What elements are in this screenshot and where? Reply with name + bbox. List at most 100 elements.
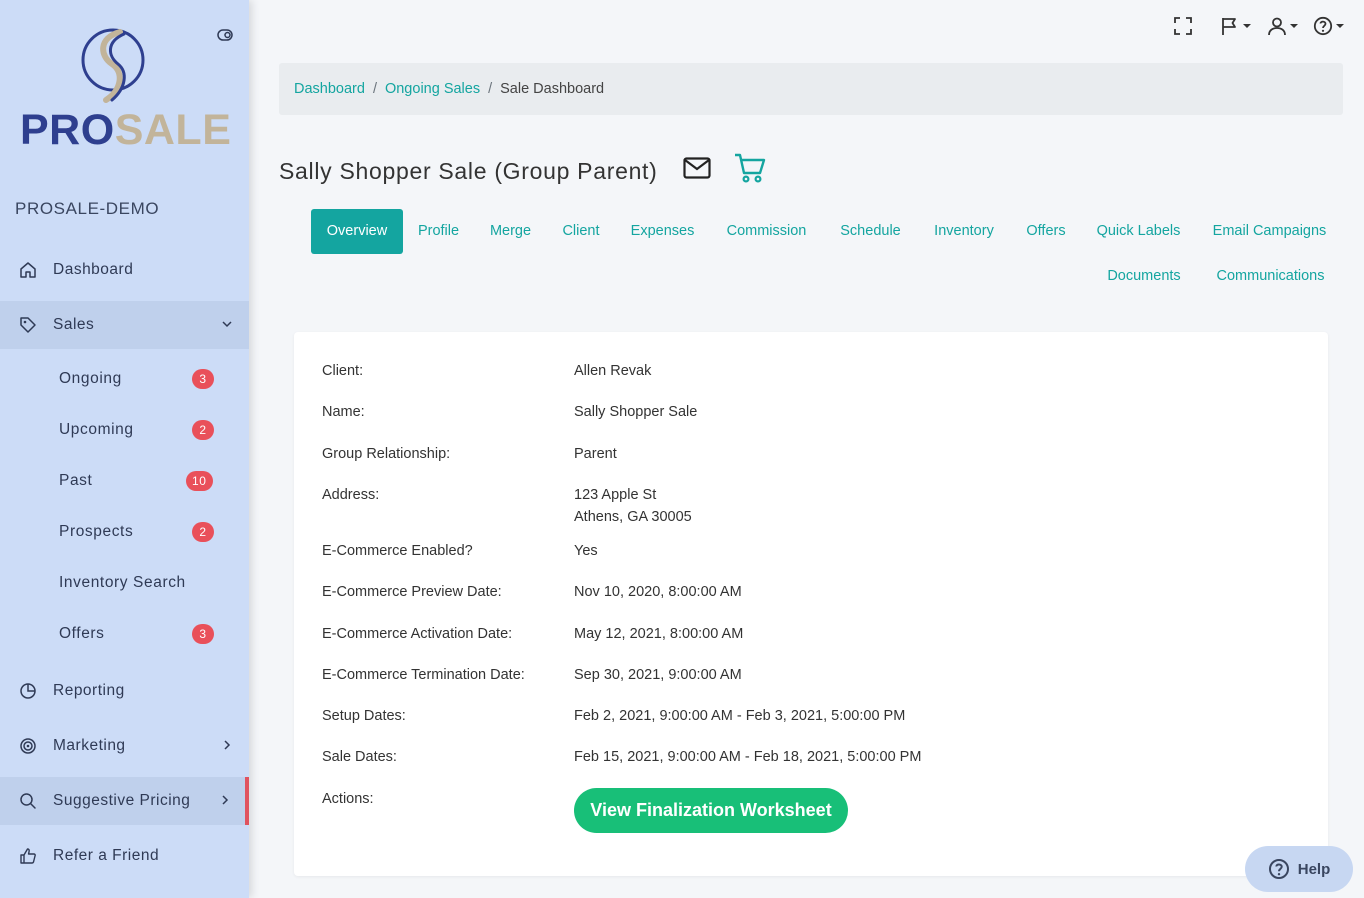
tab-merge[interactable]: Merge (480, 209, 541, 254)
flag-icon (1222, 18, 1236, 35)
help-circle-icon (1313, 16, 1333, 36)
detail-label-ecommerce-preview-date: E-Commerce Preview Date: (322, 584, 502, 600)
help-circle-icon (1268, 859, 1289, 879)
breadcrumb-link-dashboard[interactable]: Dashboard (294, 81, 365, 97)
detail-value-name: Sally Shopper Sale (574, 404, 698, 420)
tab-quick-labels[interactable]: Quick Labels (1087, 209, 1190, 254)
sidebar-item-suggestive-pricing[interactable]: Suggestive Pricing (0, 777, 249, 825)
sidebar-item-label: Suggestive Pricing (53, 792, 191, 809)
detail-label-setup-dates: Setup Dates: (322, 708, 406, 724)
caret-down-icon (1290, 24, 1298, 28)
sidebar-subitem-label: Prospects (59, 523, 134, 540)
detail-value-group-relationship: Parent (574, 446, 617, 462)
fullscreen-button[interactable] (1173, 14, 1193, 38)
tab-communications[interactable]: Communications (1204, 254, 1337, 299)
sidebar-item-dashboard[interactable]: Dashboard (0, 246, 249, 294)
shopping-cart-icon[interactable] (734, 152, 766, 184)
sidebar-item-marketing[interactable]: Marketing (0, 722, 249, 770)
breadcrumb: Dashboard / Ongoing Sales / Sale Dashboa… (279, 63, 1343, 115)
sidebar-subitem-offers[interactable]: Offers 3 (0, 614, 249, 654)
help-widget-button[interactable]: Help (1245, 846, 1353, 892)
detail-value-setup-dates: Feb 2, 2021, 9:00:00 AM - Feb 3, 2021, 5… (574, 708, 906, 724)
search-icon (20, 793, 36, 809)
tab-schedule[interactable]: Schedule (829, 209, 912, 254)
chevron-right-icon (224, 740, 231, 750)
sidebar-item-reporting[interactable]: Reporting (0, 667, 249, 715)
detail-value-ecommerce-termination-date: Sep 30, 2021, 9:00:00 AM (574, 667, 742, 683)
detail-label-ecommerce-termination-date: E-Commerce Termination Date: (322, 667, 525, 683)
sidebar-item-label: Dashboard (53, 261, 134, 278)
user-icon (1268, 17, 1286, 36)
count-badge: 2 (192, 420, 214, 440)
sale-overview-card: Client: Allen Revak Name: Sally Shopper … (294, 332, 1328, 876)
sidebar-item-sales[interactable]: Sales (0, 301, 249, 349)
chevron-right-icon (222, 795, 229, 805)
detail-value-sale-dates: Feb 15, 2021, 9:00:00 AM - Feb 18, 2021,… (574, 749, 922, 765)
detail-label-sale-dates: Sale Dates: (322, 749, 397, 765)
view-finalization-worksheet-button[interactable]: View Finalization Worksheet (574, 788, 848, 833)
tab-inventory[interactable]: Inventory (923, 209, 1005, 254)
detail-label-name: Name: (322, 404, 365, 420)
tab-email-campaigns[interactable]: Email Campaigns (1202, 209, 1337, 254)
target-icon (20, 738, 36, 754)
help-menu-button[interactable] (1313, 14, 1344, 38)
tab-expenses[interactable]: Expenses (620, 209, 705, 254)
breadcrumb-separator: / (372, 81, 377, 97)
user-menu-button[interactable] (1267, 14, 1298, 38)
sidebar-item-refer-a-friend[interactable]: Refer a Friend (0, 832, 249, 880)
detail-value-address-line1: 123 Apple St (574, 487, 657, 503)
count-badge: 3 (192, 369, 214, 389)
detail-label-actions: Actions: (322, 791, 374, 807)
sidebar-subitem-prospects[interactable]: Prospects 2 (0, 512, 249, 552)
sidebar-subitem-label: Ongoing (59, 370, 122, 387)
sidebar-subitem-upcoming[interactable]: Upcoming 2 (0, 410, 249, 450)
prosale-wordmark: PROSALE (20, 106, 232, 154)
mail-icon[interactable] (683, 157, 711, 179)
caret-down-icon (1336, 24, 1344, 28)
page-title: Sally Shopper Sale (Group Parent) (279, 158, 658, 184)
detail-label-group-relationship: Group Relationship: (322, 446, 451, 462)
breadcrumb-link-ongoing-sales[interactable]: Ongoing Sales (385, 81, 480, 97)
sidebar-subitem-inventory-search[interactable]: Inventory Search (0, 563, 249, 603)
home-icon (20, 262, 36, 278)
thumbs-up-icon (20, 848, 36, 864)
breadcrumb-current: Sale Dashboard (500, 81, 605, 97)
detail-label-ecommerce-enabled: E-Commerce Enabled? (322, 543, 473, 559)
org-name: PROSALE-DEMO (15, 199, 160, 218)
chevron-down-icon (222, 321, 232, 328)
pie-chart-icon (20, 683, 36, 699)
sidebar-item-label: Marketing (53, 737, 126, 754)
sidebar-subitem-ongoing[interactable]: Ongoing 3 (0, 359, 249, 399)
detail-value-client: Allen Revak (574, 363, 652, 379)
count-badge: 2 (192, 522, 214, 542)
sidebar-subitem-past[interactable]: Past 10 (0, 461, 249, 501)
sidebar-subitem-label: Inventory Search (59, 574, 186, 591)
sidebar-subitem-label: Past (59, 472, 93, 489)
tab-offers[interactable]: Offers (1017, 209, 1075, 254)
tag-icon (20, 317, 36, 333)
sidebar-subitem-label: Upcoming (59, 421, 134, 438)
flag-menu-button[interactable] (1220, 14, 1251, 38)
detail-label-ecommerce-activation-date: E-Commerce Activation Date: (322, 626, 513, 642)
count-badge: 3 (192, 624, 214, 644)
breadcrumb-separator: / (488, 81, 493, 97)
detail-value-ecommerce-enabled: Yes (574, 543, 598, 559)
detail-value-ecommerce-preview-date: Nov 10, 2020, 8:00:00 AM (574, 584, 742, 600)
tab-overview[interactable]: Overview (311, 209, 403, 254)
sidebar-toggle-icon[interactable] (217, 29, 233, 41)
tab-client[interactable]: Client (553, 209, 609, 254)
tab-documents[interactable]: Documents (1096, 254, 1192, 299)
fullscreen-icon (1174, 17, 1192, 35)
tab-commission[interactable]: Commission (716, 209, 817, 254)
sidebar-item-label: Refer a Friend (53, 847, 160, 864)
detail-label-address: Address: (322, 487, 380, 503)
detail-value-address-line2: Athens, GA 30005 (574, 509, 692, 525)
prosale-logo-mark-icon (81, 28, 145, 103)
caret-down-icon (1243, 24, 1251, 28)
help-label: Help (1297, 860, 1331, 878)
tab-profile[interactable]: Profile (410, 209, 467, 254)
detail-label-client: Client: (322, 363, 364, 379)
detail-value-ecommerce-activation-date: May 12, 2021, 8:00:00 AM (574, 626, 744, 642)
prosale-logo[interactable]: PROSALE (20, 26, 231, 156)
sidebar-subitem-label: Offers (59, 625, 105, 642)
